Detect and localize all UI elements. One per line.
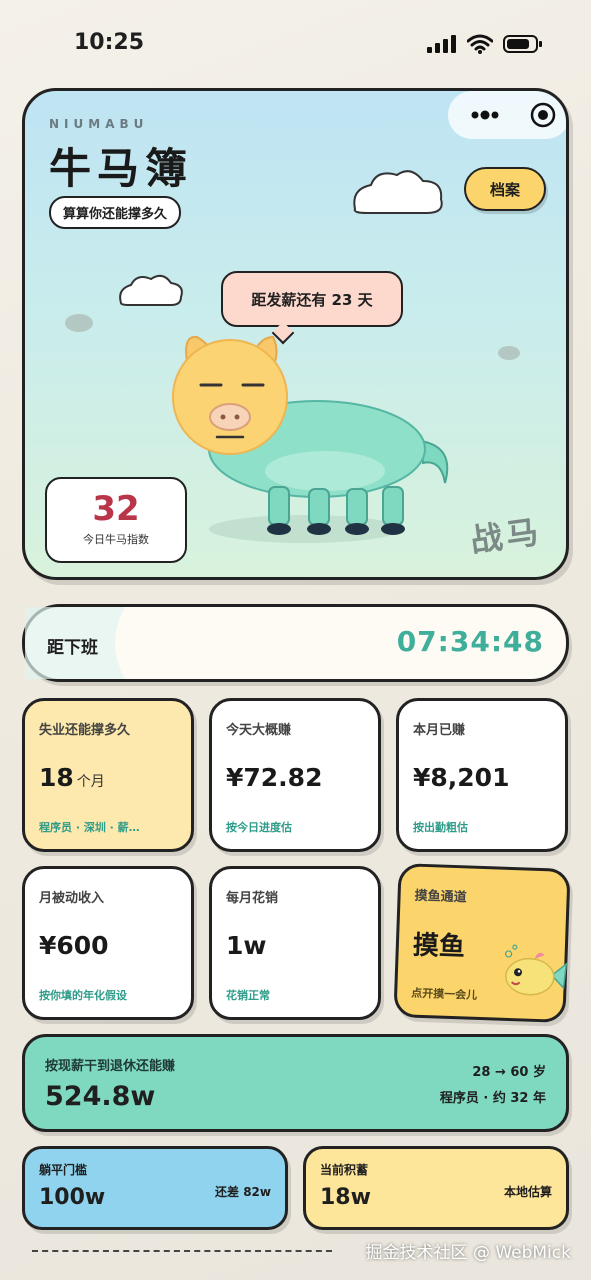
- card-value: 18 个月: [39, 763, 105, 792]
- status-time: 10:25: [74, 30, 145, 55]
- unemployment-card[interactable]: 失业还能撑多久 18 个月 程序员 · 深圳 · 薪…: [22, 698, 194, 852]
- monthly-spend-card[interactable]: 每月花销 1w 花销正常: [209, 866, 381, 1020]
- signal-icon: [427, 35, 456, 53]
- payday-bubble: 距发薪还有 23 天: [221, 271, 403, 327]
- savings-value: 18w: [320, 1185, 371, 1210]
- lie-flat-value: 100w: [39, 1185, 106, 1210]
- horse-illustration: [172, 335, 449, 535]
- card-note: 按出勤粗估: [413, 821, 468, 834]
- battery-icon: [503, 35, 542, 53]
- retire-age-range: 28 → 60 岁: [472, 1065, 546, 1080]
- card-label: 本月已赚: [413, 723, 466, 738]
- daily-index-value: 32: [92, 489, 140, 529]
- daily-index-card[interactable]: 32 今日牛马指数: [45, 477, 187, 563]
- card-label: 摸鱼通道: [414, 888, 467, 906]
- savings-label: 当前积蓄: [320, 1163, 369, 1177]
- card-label: 每月花销: [226, 891, 279, 906]
- card-value: ¥8,201: [413, 763, 510, 792]
- status-icons: [427, 34, 543, 54]
- card-label: 今天大概赚: [226, 723, 292, 738]
- status-bar: 10:25: [0, 0, 591, 80]
- wifi-icon: [467, 34, 493, 54]
- month-earned-card[interactable]: 本月已赚 ¥8,201 按出勤粗估: [396, 698, 568, 852]
- card-note: 点开摸一会儿: [410, 986, 478, 1002]
- card-note: 程序员 · 深圳 · 薪…: [39, 821, 140, 834]
- more-icon[interactable]: [470, 109, 500, 121]
- retire-label: 按现薪干到退休还能赚: [45, 1059, 176, 1074]
- offwork-time: 07:34:48: [396, 625, 544, 658]
- brand-label: NIUMABU: [49, 117, 149, 131]
- passive-income-card[interactable]: 月被动收入 ¥600 按你填的年化假设: [22, 866, 194, 1020]
- hero-card: NIUMABU 牛马簿 算算你还能撑多久 档案 距发薪还有 23 天 32 今日…: [22, 88, 569, 580]
- lie-flat-note: 还差 82w: [215, 1185, 271, 1199]
- fish-icon: [505, 944, 568, 996]
- offwork-countdown[interactable]: 距下班 07:34:48: [22, 604, 569, 682]
- tagline-pill: 算算你还能撑多久: [49, 196, 182, 229]
- card-label: 月被动收入: [39, 891, 105, 906]
- dashed-divider: [32, 1250, 332, 1252]
- card-label: 失业还能撑多久: [39, 723, 131, 738]
- app-title: 牛马簿: [49, 144, 194, 193]
- card-value: ¥600: [39, 931, 109, 960]
- card-note: 按今日进度估: [226, 821, 292, 834]
- card-note: 按你填的年化假设: [39, 989, 127, 1002]
- savings-card[interactable]: 当前积蓄 18w 本地估算: [303, 1146, 569, 1230]
- retire-role: 程序员 · 约 32 年: [439, 1091, 546, 1106]
- retire-value: 524.8w: [45, 1081, 156, 1112]
- watermark: 掘金技术社区 @ WebMick: [365, 1243, 571, 1263]
- retirement-earnings-card[interactable]: 按现薪干到退休还能赚 524.8w 28 → 60 岁 程序员 · 约 32 年: [22, 1034, 569, 1132]
- lie-flat-label: 躺平门槛: [39, 1163, 88, 1177]
- mini-program-capsule[interactable]: [448, 91, 566, 139]
- offwork-label: 距下班: [47, 638, 98, 658]
- card-value: 1w: [226, 931, 267, 960]
- today-earned-card[interactable]: 今天大概赚 ¥72.82 按今日进度估: [209, 698, 381, 852]
- slack-off-card[interactable]: 摸鱼通道 摸鱼 点开摸一会儿: [393, 863, 571, 1023]
- card-value: 摸鱼: [412, 930, 466, 963]
- daily-index-label: 今日牛马指数: [83, 533, 149, 546]
- card-value: ¥72.82: [226, 763, 323, 792]
- archive-button[interactable]: 档案: [464, 167, 546, 211]
- card-note: 花销正常: [226, 989, 270, 1002]
- lie-flat-card[interactable]: 躺平门槛 100w 还差 82w: [22, 1146, 288, 1230]
- savings-note: 本地估算: [503, 1185, 552, 1199]
- close-target-icon[interactable]: [530, 102, 556, 128]
